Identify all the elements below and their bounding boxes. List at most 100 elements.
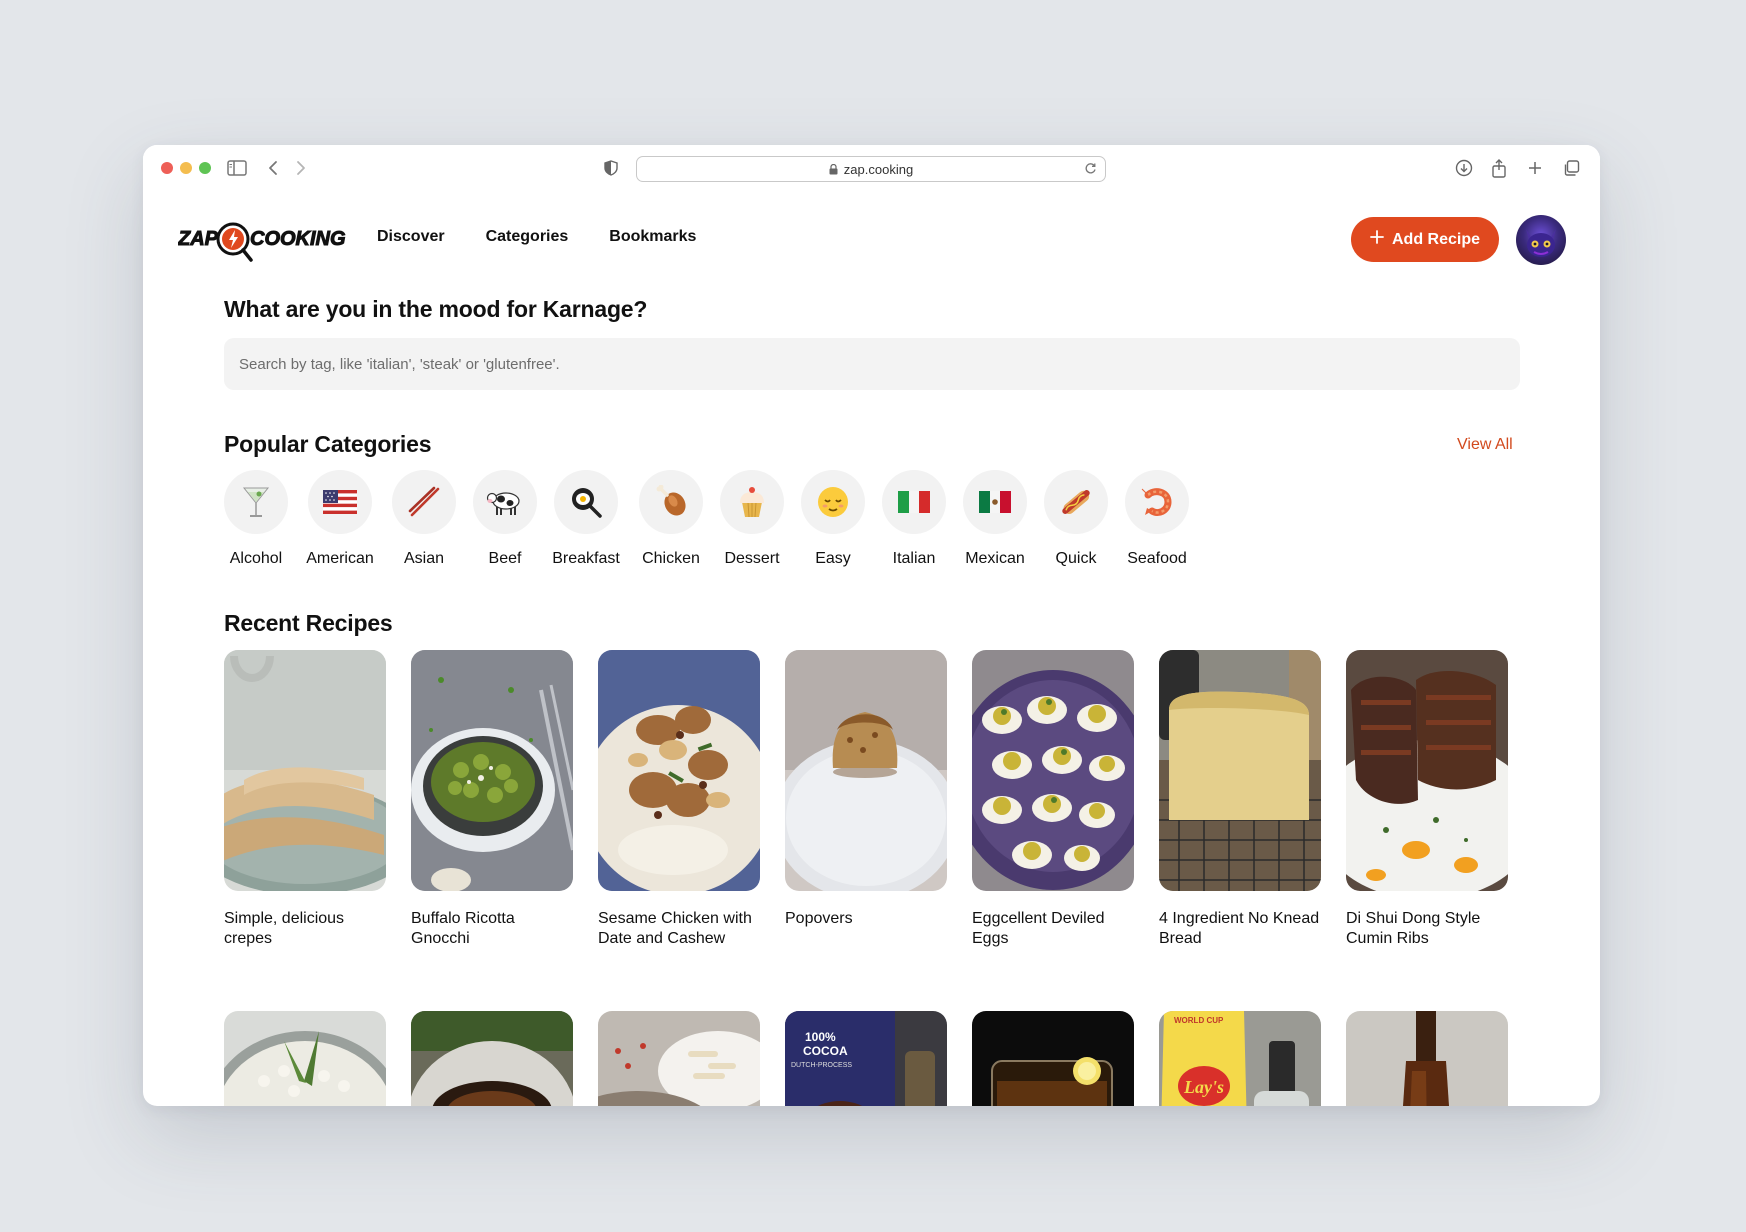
recipe-card[interactable]: Popovers (785, 650, 947, 929)
recipe-card[interactable]: 4 Ingredient No Knead Bread (1159, 650, 1321, 949)
recipe-image (598, 650, 760, 891)
category-label: Seafood (1127, 550, 1187, 567)
popular-categories-heading: Popular Categories (224, 431, 432, 457)
recipe-card[interactable] (224, 1011, 386, 1106)
category-label: Easy (815, 550, 851, 567)
main-nav: Discover Categories Bookmarks (377, 228, 696, 246)
recipe-image (972, 650, 1134, 891)
recipe-title: Sesame Chicken with Date and Cashew (598, 910, 752, 947)
category-label: Dessert (724, 550, 780, 567)
category-label: Chicken (642, 550, 700, 567)
recipe-image (1346, 650, 1508, 891)
forward-icon[interactable] (293, 157, 309, 179)
add-recipe-button[interactable]: Add Recipe (1351, 217, 1499, 262)
category-mexican[interactable]: Mexican (950, 470, 1040, 568)
svg-text:ZAP: ZAP (178, 228, 219, 250)
back-icon[interactable] (265, 157, 281, 179)
cocktail-icon (224, 470, 288, 534)
recipe-card[interactable]: Lay'sWORLD CUPttle (1159, 1011, 1321, 1106)
address-bar[interactable]: zap.cooking (636, 156, 1106, 182)
recipe-card[interactable]: Di Shui Dong Style Cumin Ribs (1346, 650, 1508, 949)
recipe-card[interactable]: Simple, delicious crepes (224, 650, 386, 949)
recipe-title: Popovers (785, 910, 853, 927)
chopsticks-icon (392, 470, 456, 534)
recipe-title: Di Shui Dong Style Cumin Ribs (1346, 910, 1481, 947)
relieved-face-icon (801, 470, 865, 534)
drumstick-icon (639, 470, 703, 534)
add-recipe-label: Add Recipe (1391, 230, 1480, 248)
svg-text:Lay's: Lay's (1183, 1077, 1224, 1097)
category-chicken[interactable]: Chicken (626, 470, 716, 568)
site-header: ZAP COOKING Discover Categories Bookmark… (143, 201, 1600, 277)
category-beef[interactable]: Beef (460, 470, 550, 568)
cupcake-icon (720, 470, 784, 534)
category-dessert[interactable]: Dessert (707, 470, 797, 568)
svg-text:100%: 100% (805, 1030, 836, 1044)
category-asian[interactable]: Asian (379, 470, 469, 568)
recipe-title: Eggcellent Deviled Eggs (972, 910, 1105, 947)
recipe-title: 4 Ingredient No Knead Bread (1159, 910, 1320, 947)
recipe-card[interactable] (411, 1011, 573, 1106)
us-flag-icon (308, 470, 372, 534)
category-alcohol[interactable]: Alcohol (211, 470, 301, 568)
recipe-card[interactable] (1346, 1011, 1508, 1106)
recipe-card[interactable] (598, 1011, 760, 1106)
category-label: Breakfast (552, 550, 620, 567)
svg-text:COCOA: COCOA (803, 1044, 848, 1058)
tab-overview-icon[interactable] (1560, 157, 1582, 179)
italy-flag-icon (882, 470, 946, 534)
plus-icon (1370, 230, 1384, 249)
category-breakfast[interactable]: Breakfast (541, 470, 631, 568)
category-label: Alcohol (229, 550, 283, 567)
category-easy[interactable]: Easy (788, 470, 878, 568)
greeting-heading: What are you in the mood for Karnage? (224, 296, 648, 322)
tag-search-input[interactable] (224, 338, 1520, 390)
category-seafood[interactable]: Seafood (1112, 470, 1202, 568)
svg-text:DUTCH-PROCESS: DUTCH-PROCESS (791, 1062, 852, 1069)
svg-text:WORLD CUP: WORLD CUP (1174, 1016, 1224, 1025)
category-italian[interactable]: Italian (869, 470, 959, 568)
recipe-card[interactable] (972, 1011, 1134, 1106)
recipe-image (972, 1011, 1134, 1106)
nav-discover[interactable]: Discover (377, 228, 445, 246)
recipe-title: Simple, delicious crepes (224, 910, 345, 947)
recipe-card[interactable]: Sesame Chicken with Date and Cashew (598, 650, 760, 949)
zap-cooking-logo[interactable]: ZAP COOKING (177, 219, 346, 265)
category-american[interactable]: American (295, 470, 385, 568)
cow-icon (473, 470, 537, 534)
recipe-card[interactable]: Eggcellent Deviled Eggs (972, 650, 1134, 949)
recipe-title: Buffalo Ricotta Gnocchi (411, 910, 515, 947)
minimize-window-button[interactable] (180, 162, 192, 174)
share-icon[interactable] (1488, 157, 1510, 179)
nav-bookmarks[interactable]: Bookmarks (609, 228, 696, 246)
new-tab-icon[interactable] (1524, 157, 1546, 179)
recipe-card[interactable]: Buffalo Ricotta Gnocchi (411, 650, 573, 949)
category-quick[interactable]: Quick (1031, 470, 1121, 568)
zoom-window-button[interactable] (199, 162, 211, 174)
mexico-flag-icon (963, 470, 1027, 534)
recipe-image (785, 650, 947, 891)
url-text: zap.cooking (843, 161, 914, 177)
reload-icon[interactable] (1084, 162, 1097, 175)
recent-recipes-heading: Recent Recipes (224, 610, 393, 636)
recipe-card[interactable]: 100% COCOA DUTCH-PROCESS (785, 1011, 947, 1106)
downloads-icon[interactable] (1453, 157, 1475, 179)
view-all-link[interactable]: View All (1457, 436, 1513, 454)
lock-icon (829, 163, 838, 175)
privacy-shield-icon[interactable] (602, 157, 620, 179)
category-label: Quick (1055, 550, 1097, 567)
recipe-image: 100% COCOA DUTCH-PROCESS (785, 1011, 947, 1106)
user-avatar[interactable] (1516, 215, 1566, 265)
category-label: Asian (403, 550, 445, 567)
recipe-image (411, 650, 573, 891)
browser-toolbar: zap.cooking (143, 145, 1600, 193)
sidebar-toggle-icon[interactable] (227, 157, 247, 179)
recipe-image: Lay'sWORLD CUPttle (1159, 1011, 1321, 1106)
recipe-image (411, 1011, 573, 1106)
category-label: Beef (488, 550, 522, 567)
nav-categories[interactable]: Categories (486, 228, 569, 246)
recipe-image (1159, 650, 1321, 891)
close-window-button[interactable] (161, 162, 173, 174)
category-label: Italian (892, 550, 936, 567)
recipe-image (598, 1011, 760, 1106)
